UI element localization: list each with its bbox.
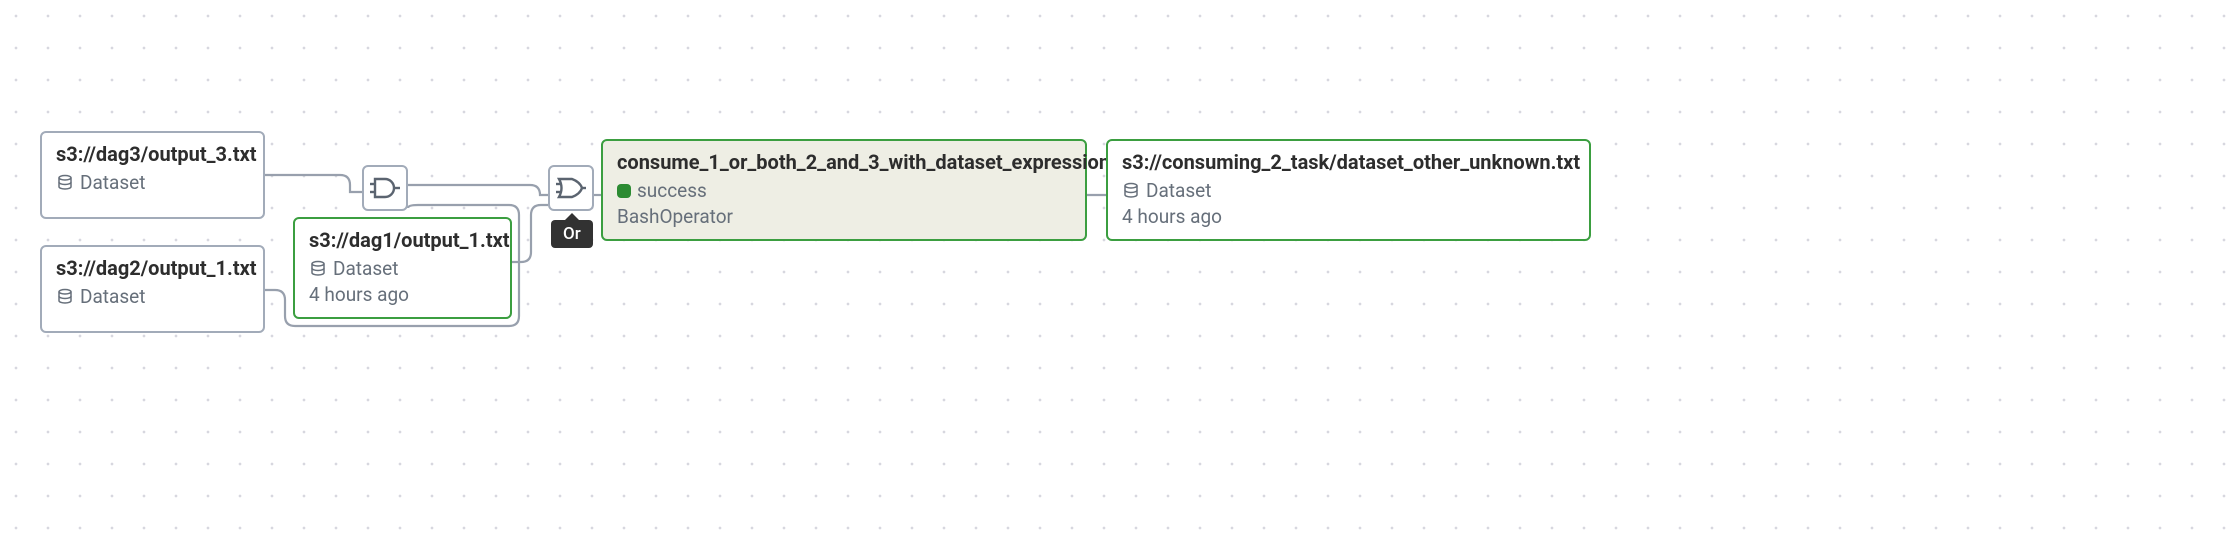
dataset-node[interactable]: s3://consuming_2_task/dataset_other_unkn… bbox=[1106, 139, 1591, 241]
dataset-time: 4 hours ago bbox=[309, 282, 496, 308]
task-status: success bbox=[637, 178, 707, 204]
dataset-type-label: Dataset bbox=[80, 170, 145, 196]
database-icon bbox=[309, 260, 327, 278]
dataset-title: s3://dag3/output_3.txt bbox=[56, 141, 249, 168]
dataset-node[interactable]: s3://dag3/output_3.txt Dataset bbox=[40, 131, 265, 219]
dataset-title: s3://dag2/output_1.txt bbox=[56, 255, 249, 282]
database-icon bbox=[1122, 182, 1140, 200]
dataset-node[interactable]: s3://dag1/output_1.txt Dataset 4 hours a… bbox=[293, 217, 512, 319]
database-icon bbox=[56, 174, 74, 192]
dataset-time: 4 hours ago bbox=[1122, 204, 1575, 230]
gate-tooltip: Or bbox=[551, 220, 593, 248]
dataset-type-label: Dataset bbox=[80, 284, 145, 310]
task-title: consume_1_or_both_2_and_3_with_dataset_e… bbox=[617, 149, 1071, 176]
dataset-type-label: Dataset bbox=[333, 256, 398, 282]
status-dot-icon bbox=[617, 184, 631, 198]
dataset-node[interactable]: s3://dag2/output_1.txt Dataset bbox=[40, 245, 265, 333]
task-node[interactable]: consume_1_or_both_2_and_3_with_dataset_e… bbox=[601, 139, 1087, 241]
dataset-title: s3://dag1/output_1.txt bbox=[309, 227, 496, 254]
or-gate[interactable] bbox=[548, 165, 594, 211]
dataset-type-label: Dataset bbox=[1146, 178, 1211, 204]
task-operator: BashOperator bbox=[617, 204, 1071, 230]
database-icon bbox=[56, 288, 74, 306]
and-gate[interactable] bbox=[362, 165, 408, 211]
dag-canvas[interactable]: s3://dag3/output_3.txt Dataset s3://dag2… bbox=[0, 0, 2236, 550]
dataset-title: s3://consuming_2_task/dataset_other_unkn… bbox=[1122, 149, 1575, 176]
